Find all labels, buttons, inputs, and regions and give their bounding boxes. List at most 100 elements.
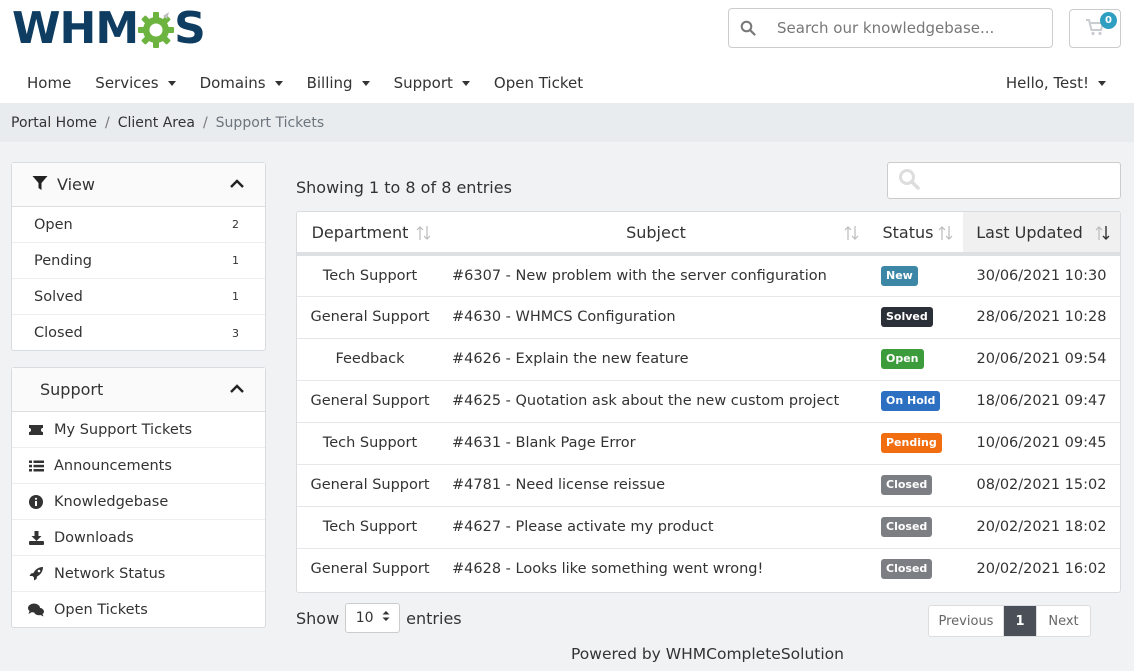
breadcrumb-portal-home[interactable]: Portal Home: [11, 115, 97, 131]
cell-subject[interactable]: #4781 - Need license reissue: [443, 464, 869, 507]
logo-gear-icon: [136, 10, 176, 50]
sort-icon: [843, 224, 861, 242]
breadcrumb: Portal Home / Client Area / Support Tick…: [0, 103, 1134, 142]
rocket-icon: [27, 566, 45, 581]
sidebar-item-downloads[interactable]: Downloads: [12, 520, 265, 556]
cell-last-updated: 28/06/2021 10:28: [963, 296, 1120, 339]
status-badge: Closed: [881, 475, 933, 495]
pagination-next[interactable]: Next: [1036, 606, 1090, 636]
cell-status: On Hold: [869, 380, 963, 423]
chevron-up-icon[interactable]: [229, 176, 245, 192]
sort-icon: [415, 224, 433, 242]
status-badge: Pending: [881, 433, 942, 453]
view-count: 1: [232, 254, 239, 267]
view-count: 2: [232, 218, 239, 231]
show-label: Show: [296, 608, 340, 628]
view-panel: View Open 2 Pending 1 Solved 1 Closed 3: [11, 162, 266, 351]
support-panel: Support My Support Tickets Announcements…: [11, 367, 266, 628]
nav-support[interactable]: Support: [382, 66, 482, 100]
cart-count-badge: 0: [1100, 12, 1117, 29]
status-badge: Solved: [881, 307, 933, 327]
cell-subject[interactable]: #6307 - New problem with the server conf…: [443, 254, 869, 297]
cell-subject[interactable]: #4626 - Explain the new feature: [443, 338, 869, 381]
view-panel-title: View: [57, 175, 95, 194]
logo-text-right: S: [174, 3, 206, 54]
powered-by[interactable]: Powered by WHMCompleteSolution: [0, 645, 1134, 663]
sort-desc-icon: [1094, 224, 1112, 242]
table-row[interactable]: General Support #4625 - Quotation ask abo…: [297, 380, 1120, 423]
view-panel-header[interactable]: View: [12, 163, 265, 207]
table-row[interactable]: General Support #4781 - Need license reis…: [297, 464, 1120, 507]
main-nav: Home Services Domains Billing Support Op…: [15, 66, 595, 100]
page-length-control: Show 10 entries: [296, 603, 462, 633]
sidebar-item-my-support-tickets[interactable]: My Support Tickets: [12, 412, 265, 448]
cell-last-updated: 20/02/2021 18:02: [963, 506, 1120, 549]
sidebar-item-network-status[interactable]: Network Status: [12, 556, 265, 592]
whmcs-logo[interactable]: WHM S: [12, 3, 206, 54]
status-badge: New: [881, 265, 918, 286]
sidebar-item-open-tickets[interactable]: Open Tickets: [12, 592, 265, 628]
cell-subject[interactable]: #4627 - Please activate my product: [443, 506, 869, 549]
pagination: Previous 1 Next: [928, 605, 1091, 637]
view-filter-open[interactable]: Open 2: [12, 207, 265, 243]
pagination-page-1[interactable]: 1: [1004, 606, 1036, 636]
knowledgebase-search[interactable]: [728, 8, 1053, 48]
table-row[interactable]: Tech Support #4631 - Blank Page Error Pend…: [297, 422, 1120, 465]
nav-domains[interactable]: Domains: [188, 66, 295, 100]
cell-last-updated: 18/06/2021 09:47: [963, 380, 1120, 423]
cell-last-updated: 08/02/2021 15:02: [963, 464, 1120, 507]
select-arrows-icon: [382, 610, 390, 626]
table-row[interactable]: General Support #4630 - WHMCS Configurati…: [297, 296, 1120, 339]
nav-services[interactable]: Services: [83, 66, 187, 100]
nav-open-ticket[interactable]: Open Ticket: [482, 66, 595, 100]
cell-subject[interactable]: #4625 - Quotation ask about the new cust…: [443, 380, 869, 423]
sidebar-item-announcements[interactable]: Announcements: [12, 448, 265, 484]
view-filter-pending[interactable]: Pending 1: [12, 243, 265, 279]
caret-down-icon: [1098, 80, 1106, 86]
table-row[interactable]: Feedback #4626 - Explain the new feature O…: [297, 338, 1120, 381]
cell-department: General Support: [310, 561, 430, 578]
caret-down-icon: [461, 80, 470, 86]
view-filter-closed[interactable]: Closed 3: [12, 315, 265, 351]
breadcrumb-client-area[interactable]: Client Area: [118, 115, 195, 131]
nav-home[interactable]: Home: [15, 66, 83, 100]
chevron-up-icon[interactable]: [229, 381, 245, 397]
list-icon: [27, 460, 45, 472]
cell-status: Open: [869, 338, 963, 381]
cell-status: Solved: [869, 296, 963, 339]
cell-subject[interactable]: #4628 - Looks like something went wrong!: [443, 548, 869, 590]
entries-info: Showing 1 to 8 of 8 entries: [296, 178, 512, 197]
cell-last-updated: 10/06/2021 09:45: [963, 422, 1120, 465]
status-badge: Open: [881, 349, 924, 369]
comments-icon: [27, 603, 45, 617]
support-panel-header[interactable]: Support: [12, 368, 265, 412]
cell-last-updated: 20/06/2021 09:54: [963, 338, 1120, 381]
cell-subject[interactable]: #4630 - WHMCS Configuration: [443, 296, 869, 339]
cell-subject[interactable]: #4631 - Blank Page Error: [443, 422, 869, 465]
column-header-department[interactable]: Department: [297, 212, 443, 256]
column-header-status[interactable]: Status: [869, 212, 963, 256]
cell-status: Pending: [869, 422, 963, 465]
user-menu[interactable]: Hello, Test!: [1006, 66, 1106, 100]
column-header-last-updated[interactable]: Last Updated: [963, 212, 1120, 256]
caret-down-icon: [167, 80, 176, 86]
view-filter-solved[interactable]: Solved 1: [12, 279, 265, 315]
cart-button[interactable]: 0: [1069, 9, 1121, 48]
support-panel-title: Support: [40, 380, 104, 399]
entries-per-page-select[interactable]: 10: [345, 603, 401, 633]
table-row[interactable]: General Support #4628 - Looks like someth…: [297, 548, 1120, 590]
sidebar-item-knowledgebase[interactable]: Knowledgebase: [12, 484, 265, 520]
table-row[interactable]: Tech Support #4627 - Please activate my p…: [297, 506, 1120, 549]
info-circle-icon: [27, 494, 45, 509]
pagination-previous[interactable]: Previous: [929, 606, 1004, 636]
knowledgebase-search-input[interactable]: [767, 19, 1037, 37]
table-row[interactable]: Tech Support #6307 - New problem with the…: [297, 254, 1120, 297]
cell-department: Tech Support: [297, 254, 443, 297]
sort-icon: [937, 224, 955, 242]
cell-department: Tech Support: [297, 506, 443, 549]
nav-billing[interactable]: Billing: [295, 66, 382, 100]
table-search-input[interactable]: [887, 162, 1121, 199]
column-header-subject[interactable]: Subject: [443, 212, 869, 256]
ticket-icon: [27, 424, 45, 436]
cell-department: General Support: [297, 464, 443, 507]
